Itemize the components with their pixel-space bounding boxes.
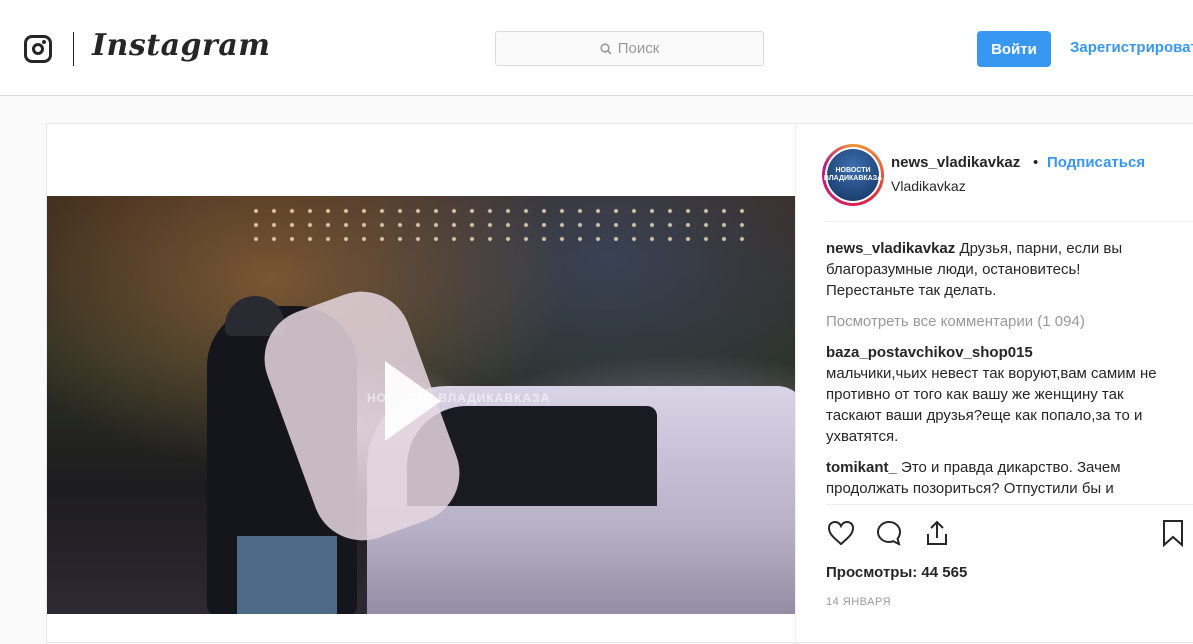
follow-button[interactable]: Подписаться	[1047, 154, 1145, 171]
views-count: Просмотры: 44 565	[826, 564, 968, 581]
video-watermark: НОВОСТИ ВЛАДИКАВКАЗА	[367, 391, 551, 405]
comments-section: news_vladikavkaz Друзья, парни, если вы …	[826, 238, 1161, 509]
comment-item: baza_postavchikov_shop015 мальчики,чьих …	[826, 342, 1161, 447]
comment-username[interactable]: baza_postavchikov_shop015	[826, 344, 1033, 361]
video-player[interactable]: НОВОСТИ ВЛАДИКАВКАЗА	[47, 196, 795, 614]
comment-text: мальчики,чьих невест так воруют,вам сами…	[826, 365, 1157, 445]
logo-divider	[73, 32, 74, 66]
separator-dot: •	[1033, 154, 1039, 171]
comment-bubble-icon[interactable]	[874, 518, 904, 548]
search-icon	[600, 42, 612, 55]
share-icon[interactable]	[922, 518, 952, 548]
divider	[826, 221, 1193, 222]
post-username[interactable]: news_vladikavkaz	[891, 154, 1020, 171]
post-media: НОВОСТИ ВЛАДИКАВКАЗА	[47, 124, 795, 624]
divider	[826, 504, 1193, 505]
instagram-camera-icon[interactable]	[24, 35, 52, 63]
avatar[interactable]: НОВОСТИ ВЛАДИКАВКАЗА	[822, 144, 884, 206]
caption: news_vladikavkaz Друзья, парни, если вы …	[826, 238, 1161, 301]
comment-item: tomikant_ Это и правда дикарство. Зачем …	[826, 457, 1161, 499]
comment-username[interactable]: tomikant_	[826, 459, 897, 476]
post-sidebar: НОВОСТИ ВЛАДИКАВКАЗА news_vladikavkaz • …	[795, 124, 1193, 644]
search-placeholder: Поиск	[617, 40, 660, 57]
heart-icon[interactable]	[826, 518, 856, 548]
caption-username[interactable]: news_vladikavkaz	[826, 240, 955, 257]
login-button[interactable]: Войти	[977, 31, 1051, 67]
avatar-logo: НОВОСТИ ВЛАДИКАВКАЗА	[824, 149, 882, 201]
top-navigation-bar: Instagram Поиск Войти Зарегистрироваться	[0, 0, 1193, 96]
instagram-wordmark[interactable]: Instagram	[92, 28, 271, 63]
post-card: НОВОСТИ ВЛАДИКАВКАЗА НОВОСТИ ВЛАДИКАВКАЗ…	[46, 123, 1193, 644]
search-input[interactable]: Поиск	[495, 31, 764, 66]
view-all-comments-link[interactable]: Посмотреть все комментарии (1 094)	[826, 311, 1161, 332]
bookmark-icon[interactable]	[1158, 518, 1188, 548]
post-date[interactable]: 14 ЯНВАРЯ	[826, 596, 891, 608]
register-link[interactable]: Зарегистрироваться	[1070, 39, 1193, 56]
post-location[interactable]: Vladikavkaz	[891, 178, 966, 194]
post-actions	[826, 518, 1186, 552]
